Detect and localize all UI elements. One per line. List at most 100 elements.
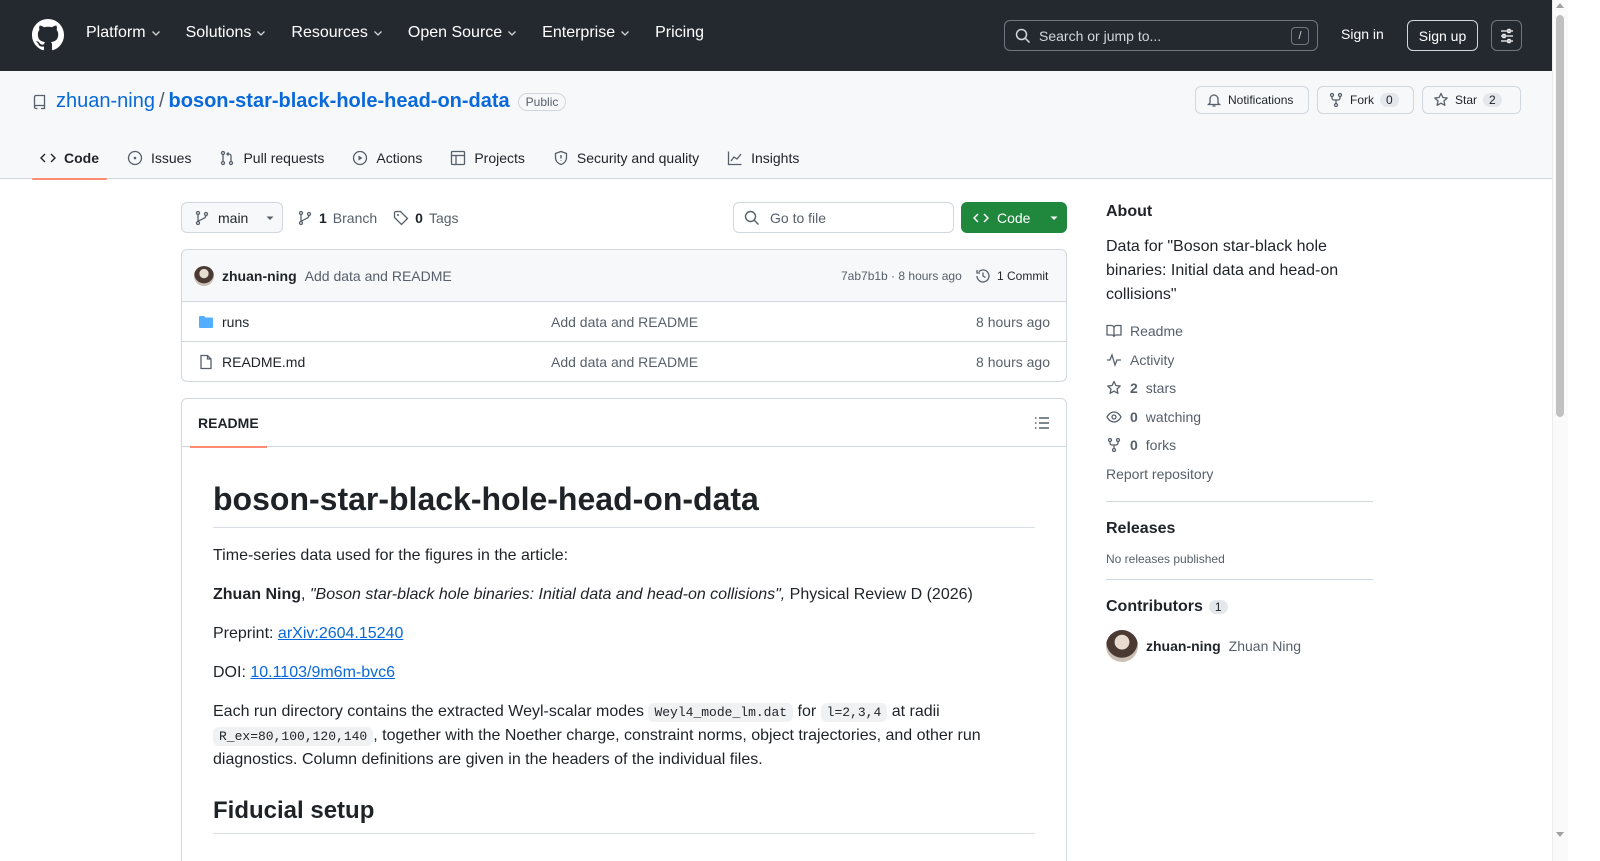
contributors-count: 1 (1208, 600, 1228, 614)
file-commit-message[interactable]: Add data and README (551, 314, 698, 330)
notifications-button[interactable]: Notifications (1195, 86, 1309, 114)
forks-link[interactable]: 0 forks (1106, 431, 1373, 460)
file-row[interactable]: README.md Add data and README 8 hours ag… (182, 342, 1066, 381)
tab-actions[interactable]: Actions (344, 136, 430, 179)
tab-pull-requests[interactable]: Pull requests (211, 136, 332, 179)
branches-link[interactable]: 1 Branch (297, 210, 377, 226)
about-heading: About (1106, 203, 1153, 220)
file-name[interactable]: README.md (222, 354, 305, 370)
star-icon (1434, 92, 1448, 106)
file-row[interactable]: runs Add data and README 8 hours ago (182, 302, 1066, 342)
branch-icon (298, 210, 312, 226)
github-logo-icon[interactable] (32, 19, 64, 51)
play-circle-icon (353, 150, 368, 165)
sign-up-button[interactable]: Sign up (1407, 20, 1478, 51)
code-dropdown-button[interactable]: Code (961, 202, 1067, 233)
file-list: zhuan-ning Add data and README 7ab7b1b ·… (181, 249, 1067, 382)
latest-commit: zhuan-ning Add data and README 7ab7b1b ·… (182, 250, 1066, 302)
tab-issues[interactable]: Issues (119, 136, 199, 179)
repo-separator: / (158, 90, 165, 112)
code-icon (40, 153, 56, 162)
shield-icon (554, 150, 568, 165)
branch-tag-info: 1 Branch 0 Tags (297, 210, 459, 226)
sign-in-link[interactable]: Sign in (1341, 26, 1384, 42)
chevron-down-icon (508, 31, 517, 36)
readme-body: boson-star-black-hole-head-on-data Time-… (182, 447, 1066, 861)
contributors-heading[interactable]: Contributors 1 (1106, 598, 1373, 616)
search-shortcut-key: / (1291, 26, 1309, 45)
book-icon (1106, 325, 1122, 338)
readme-tab[interactable]: README (190, 399, 267, 448)
about-links: Readme Activity 2 stars 0 watching 0 forks … (1106, 317, 1373, 488)
arxiv-link[interactable]: arXiv:2604.15240 (278, 625, 403, 642)
global-search-input[interactable]: Search or jump to... / (1004, 20, 1318, 51)
repo-icon (33, 94, 46, 109)
readme-run-description: Each run directory contains the extracte… (213, 703, 981, 768)
chevron-down-icon (621, 31, 630, 36)
commit-meta[interactable]: 7ab7b1b · 8 hours ago (841, 269, 962, 283)
scroll-up-icon[interactable] (1556, 3, 1564, 8)
pull-request-icon (221, 150, 234, 165)
scroll-down-icon[interactable] (1556, 832, 1564, 837)
file-date: 8 hours ago (976, 354, 1050, 370)
menu-button[interactable] (1491, 20, 1522, 51)
go-to-file-input[interactable]: Go to file (733, 202, 954, 233)
tab-code[interactable]: Code (32, 136, 107, 180)
nav-platform[interactable]: Platform (86, 24, 162, 42)
repo-name-link[interactable]: boson-star-black-hole-head-on-data (169, 90, 510, 113)
releases-heading[interactable]: Releases (1106, 520, 1373, 538)
tab-insights[interactable]: Insights (719, 136, 807, 179)
branch-selector[interactable]: main (181, 202, 283, 233)
fork-button[interactable]: Fork 0 (1317, 86, 1414, 114)
star-count: 2 (1483, 93, 1502, 107)
report-repository-link[interactable]: Report repository (1106, 460, 1373, 489)
activity-link[interactable]: Activity (1106, 346, 1373, 375)
fork-count: 0 (1380, 93, 1399, 107)
caret-down-icon (266, 216, 274, 220)
search-icon (1015, 28, 1031, 43)
readme-link[interactable]: Readme (1106, 317, 1373, 346)
repo-owner-link[interactable]: zhuan-ning (56, 90, 155, 113)
file-commit-message[interactable]: Add data and README (551, 354, 698, 370)
avatar[interactable] (194, 265, 214, 286)
nav-open-source[interactable]: Open Source (408, 24, 518, 42)
chevron-down-icon (151, 31, 160, 36)
commit-history-link[interactable]: 1 Commit (975, 268, 1048, 284)
nav-solutions[interactable]: Solutions (186, 24, 268, 42)
nav-resources[interactable]: Resources (291, 24, 383, 42)
table-icon (451, 150, 466, 165)
sliders-icon (1500, 28, 1513, 43)
releases-empty-text: No releases published (1106, 552, 1225, 566)
star-icon (1107, 381, 1121, 395)
contributor-name: Zhuan Ning (1228, 638, 1302, 654)
repo-actions: Notifications Fork 0 Star 2 (1195, 86, 1521, 114)
fork-icon (1329, 92, 1343, 108)
nav-pricing[interactable]: Pricing (655, 24, 704, 42)
contributor-item[interactable]: zhuan-ning Zhuan Ning (1106, 630, 1373, 662)
list-icon[interactable] (1034, 415, 1050, 431)
stars-link[interactable]: 2 stars (1106, 374, 1373, 403)
avatar[interactable] (1106, 630, 1138, 662)
visibility-badge: Public (517, 92, 567, 111)
chevron-down-icon (373, 31, 382, 36)
tab-projects[interactable]: Projects (442, 136, 533, 179)
global-header: Platform Solutions Resources Open Source… (0, 0, 1552, 71)
search-icon (744, 210, 759, 225)
star-button[interactable]: Star 2 (1422, 86, 1521, 114)
commit-author[interactable]: zhuan-ning (222, 268, 297, 284)
scrollbar-thumb[interactable] (1556, 15, 1564, 417)
doi-link[interactable]: 10.1103/9m6m-bvc6 (250, 664, 395, 681)
divider (1106, 501, 1373, 502)
repo-title: zhuan-ning / boson-star-black-hole-head-… (32, 90, 567, 113)
search-placeholder: Search or jump to... (1039, 27, 1162, 44)
nav-enterprise[interactable]: Enterprise (542, 24, 631, 42)
tab-security[interactable]: Security and quality (545, 136, 707, 179)
main-nav: Platform Solutions Resources Open Source… (86, 24, 704, 42)
contributor-login[interactable]: zhuan-ning (1146, 638, 1221, 654)
file-name[interactable]: runs (222, 314, 249, 330)
commit-message[interactable]: Add data and README (305, 268, 452, 284)
readme-intro: Time-series data used for the figures in… (213, 547, 569, 564)
watching-link[interactable]: 0 watching (1106, 403, 1373, 432)
repo-header: zhuan-ning / boson-star-black-hole-head-… (0, 71, 1552, 180)
tags-link[interactable]: 0 Tags (393, 210, 459, 226)
